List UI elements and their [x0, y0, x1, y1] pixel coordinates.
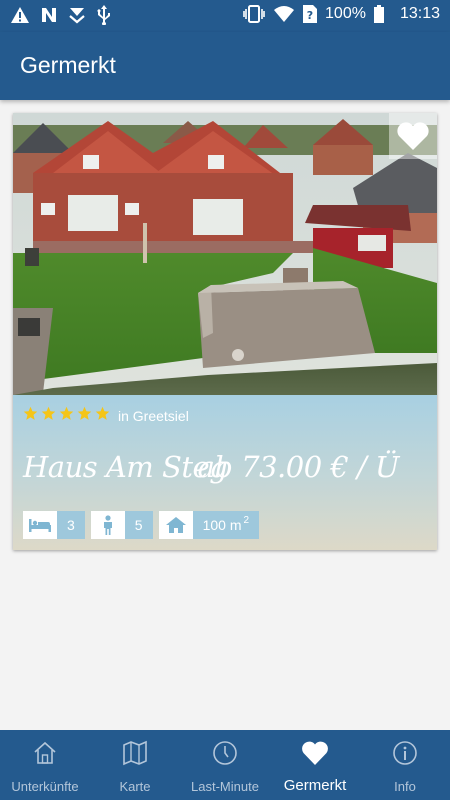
bed-icon [23, 511, 57, 539]
favorite-button[interactable] [389, 113, 437, 159]
heart-icon [301, 740, 329, 771]
clock-time: 13:13 [399, 5, 440, 22]
vibrate-icon [243, 5, 265, 23]
area-number: 100 m [202, 517, 242, 533]
nav-label: Karte [119, 779, 151, 794]
sim-unknown-icon: ? [303, 5, 318, 23]
heart-icon [397, 122, 429, 150]
area-unit-sup: 2 [243, 514, 250, 526]
house-icon [32, 740, 58, 771]
persons-value: 5 [124, 511, 153, 539]
nav-label: Germerkt [283, 777, 347, 794]
star-icon [41, 406, 56, 420]
page-title: Germerkt [20, 52, 116, 78]
star-icon [95, 406, 110, 420]
feature-area: 100 m2 [158, 511, 260, 539]
nav-karte[interactable]: Karte [90, 730, 180, 800]
usb-icon [96, 5, 112, 25]
feature-bedrooms: 3 [23, 511, 85, 539]
home-icon [158, 511, 193, 539]
nav-germerkt[interactable]: Germerkt [270, 730, 360, 800]
star-rating [23, 406, 110, 421]
status-bar: ? 100% 13:13 [0, 0, 450, 32]
nav-info[interactable]: Info [360, 730, 450, 800]
feature-persons: 5 [90, 511, 153, 539]
nav-label: Last-Minute [191, 779, 259, 794]
nav-last-minute[interactable]: Last-Minute [180, 730, 270, 800]
bottom-navigation: Unterkünfte Karte Last-Minute Germerkt I… [0, 730, 450, 800]
feature-list: 3 5 100 m2 [23, 511, 260, 539]
bedrooms-value: 3 [57, 511, 85, 539]
battery-percent: 100% [325, 5, 366, 22]
star-icon [59, 406, 74, 420]
wifi-icon [273, 5, 295, 23]
listing-location: in Greetsiel [118, 408, 189, 424]
nav-unterkuenfte[interactable]: Unterkünfte [0, 730, 90, 800]
nav-label: Unterkünfte [11, 779, 79, 794]
listing-price: ab 73.00 € / Ü [197, 450, 400, 484]
svg-text:?: ? [307, 9, 313, 22]
star-icon [23, 406, 38, 420]
listing-info: in Greetsiel Haus Am Steg ab 73.00 € / Ü… [13, 395, 437, 550]
nav-label: Info [394, 779, 416, 794]
area-value: 100 m2 [192, 511, 260, 539]
n-notification-icon [40, 6, 58, 24]
star-icon [77, 406, 92, 420]
person-icon [90, 511, 125, 539]
clock-icon [212, 740, 238, 771]
listing-photo[interactable] [13, 113, 437, 395]
map-icon [122, 740, 148, 771]
download-icon [68, 6, 86, 24]
app-bar: Germerkt [0, 32, 450, 100]
info-icon [392, 740, 418, 771]
battery-icon [373, 5, 384, 23]
warning-icon [10, 6, 30, 24]
listing-card[interactable]: in Greetsiel Haus Am Steg ab 73.00 € / Ü… [13, 113, 437, 550]
